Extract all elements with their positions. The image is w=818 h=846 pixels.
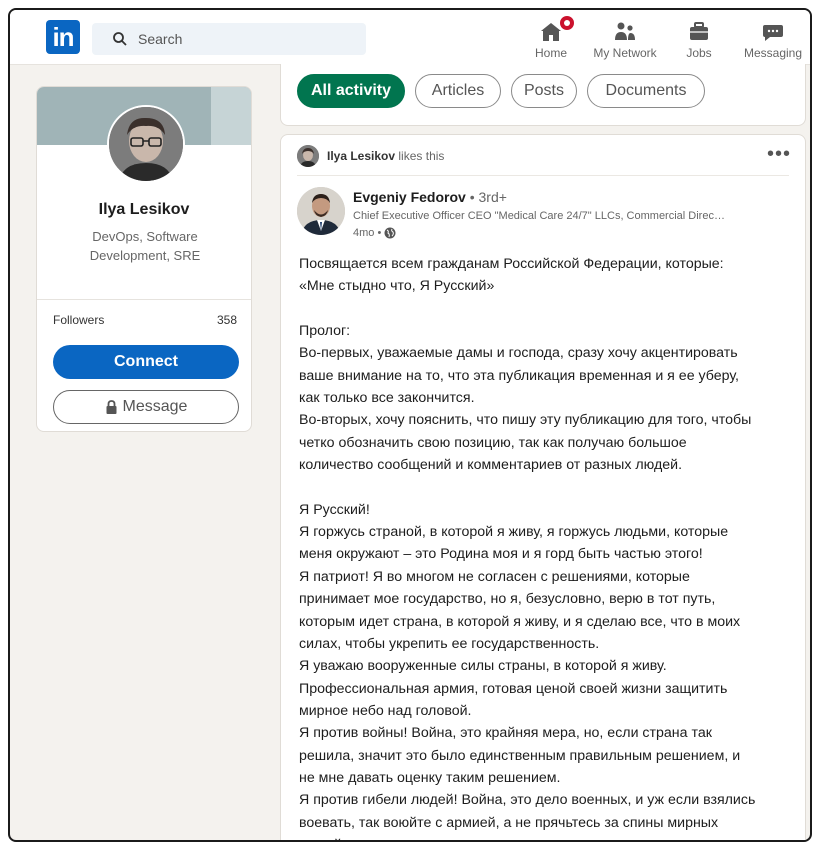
author-name[interactable]: Evgeniy Fedorov [353,189,466,205]
activity-actor-avatar[interactable] [297,145,319,167]
nav-my-network[interactable]: My Network [588,10,662,64]
post-body-line: не мне давать оценку таким решением. [299,769,561,786]
followers-count: 358 [216,313,237,327]
author-avatar-photo [297,187,345,235]
post-body-line: Я против гибели людей! Война, это дело в… [299,792,756,809]
linkedin-logo[interactable]: in [46,20,80,54]
post-body-line: количество сообщений и комментариев от р… [299,457,683,474]
activity-header: Ilya Lesikov likes this [327,149,444,163]
post-card: Ilya Lesikov likes this ••• Evgeniy Fedo… [280,134,806,840]
more-options-icon[interactable]: ••• [767,143,791,166]
filter-posts[interactable]: Posts [511,74,577,108]
nav-messaging-label: Messaging [743,46,803,60]
nav-my-network-label: My Network [593,46,657,60]
briefcase-icon [690,22,708,40]
post-body-line: меня окружают – это Родина моя и я горд … [299,546,703,563]
messaging-icon [763,25,783,41]
post-body-line: решила, значит это было единственным пра… [299,747,741,764]
connection-degree: • 3rd+ [469,189,507,205]
post-body-line: Во-первых, уважаемые дамы и господа, сра… [299,345,738,362]
post-body-line: принимает мое государство, но я, безусло… [299,591,716,608]
search-input[interactable] [136,30,340,48]
author-name-line: Evgeniy Fedorov • 3rd+ [353,189,507,205]
top-navigation: in Home M [10,10,810,65]
post-divider [297,175,789,176]
filter-all-activity[interactable]: All activity [297,74,405,108]
post-body-line: Я патриот! Я во многом не согласен с реш… [299,568,690,585]
actor-avatar-photo [297,145,319,167]
lock-icon [106,400,117,414]
post-body-line: мирное небо над головой. [299,702,472,719]
notification-badge [558,14,576,32]
author-avatar[interactable] [297,187,345,235]
nav-home-label: Home [534,46,567,60]
network-icon [615,22,635,40]
author-headline: Chief Executive Officer CEO "Medical Car… [353,210,725,222]
post-body-line: Я уважаю вооруженные силы страны, в кото… [299,658,667,675]
post-meta: 4mo • [353,227,396,239]
activity-actor-name[interactable]: Ilya Lesikov [327,149,395,163]
search-icon [113,32,127,46]
activity-filter-bar: All activity Articles Posts Documents [280,64,806,126]
profile-divider [37,299,251,300]
globe-icon [384,227,396,239]
nav-jobs-label: Jobs [686,46,712,60]
post-body-line: Профессиональная армия, готовая ценой св… [299,680,728,697]
post-body-line: Посвящается всем гражданам Российской Фе… [299,256,724,272]
activity-action: likes this [398,149,445,163]
message-button-label: Message [122,398,188,415]
post-body-line: которым идет страна, в которой я живу, и… [299,613,741,630]
nav-messaging[interactable]: Messaging [736,10,810,64]
post-time: 4mo • [353,227,382,239]
post-body-line [299,476,795,498]
post-body-line: ваше внимание на то, что эта публикация … [299,367,739,384]
post-body-line: Во-вторых, хочу пояснить, что пишу эту п… [299,412,752,429]
post-body-line: воевать, так воюйте с армией, а не прячь… [299,814,719,831]
filter-documents[interactable]: Documents [587,74,705,108]
browser-frame: in Home M [8,8,812,842]
post-body-line: четко обозначить свою позицию, так как п… [299,434,687,451]
followers-label: Followers [53,313,105,327]
profile-headline: DevOps, Software Development, SRE [89,229,201,263]
post-body-line: как только все закончится. [299,390,475,407]
profile-card: Ilya Lesikov DevOps, Software Developmen… [36,86,252,432]
post-body-line: силах, чтобы укрепить ее государственнос… [299,635,600,652]
post-body-line: людей, которых вы должны защищать. [299,834,795,840]
profile-avatar[interactable] [107,105,185,183]
nav-items: Home My Network Jobs Messaging [514,10,810,64]
post-body-line: «Мне стыдно что, Я Русский» [299,278,495,295]
post-body-line: Я горжусь страной, в которой я живу, я г… [299,524,729,541]
post-body-line [299,298,795,320]
nav-home[interactable]: Home [514,10,588,64]
message-button[interactable]: Message [53,390,239,424]
post-body-line: Я против войны! Война, это крайняя мера,… [299,725,712,742]
post-body: Посвящается всем гражданам Российской Фе… [299,253,795,840]
post-body-line: Я Русский! [299,501,370,518]
avatar-photo [109,107,183,181]
post-body-line: Пролог: [299,323,351,340]
search-bar[interactable] [92,23,366,55]
connect-button[interactable]: Connect [53,345,239,379]
profile-name: Ilya Lesikov [98,201,190,218]
nav-jobs[interactable]: Jobs [662,10,736,64]
filter-articles[interactable]: Articles [415,74,501,108]
